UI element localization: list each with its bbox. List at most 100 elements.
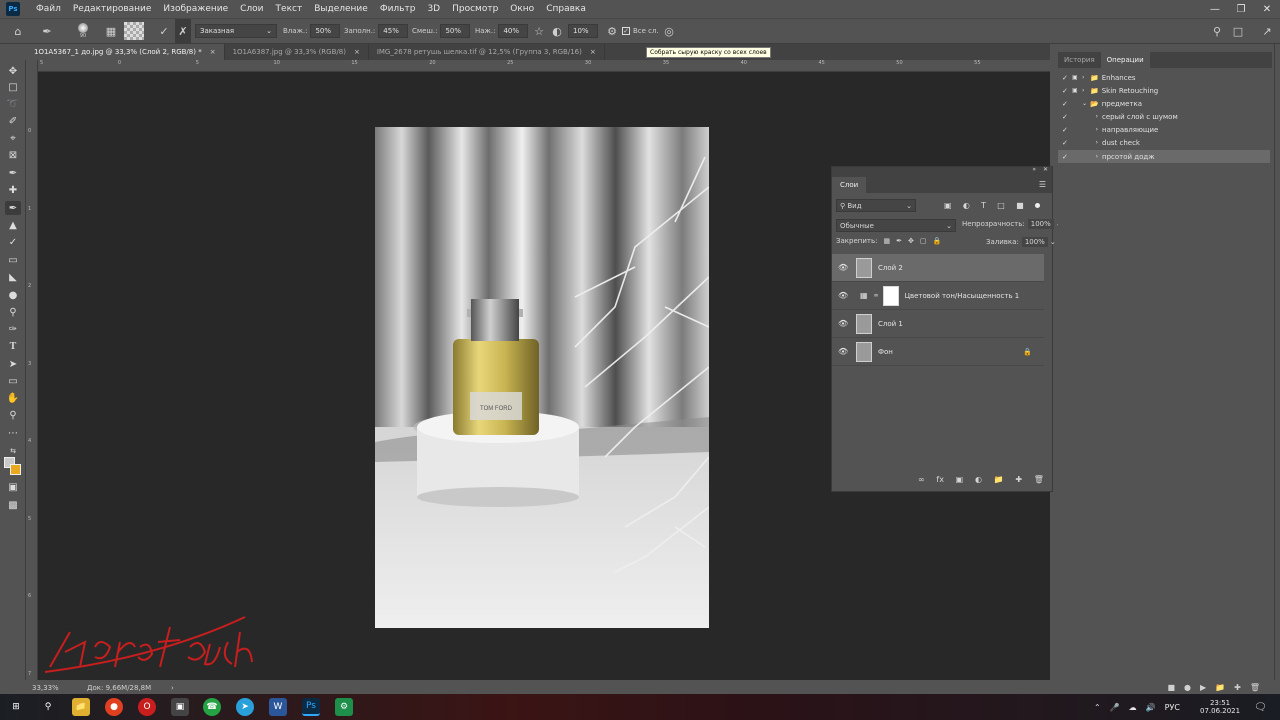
path-select-tool-icon[interactable]: ➤ <box>5 357 21 371</box>
layer-name[interactable]: Слой 1 <box>878 320 903 328</box>
more-tools-icon[interactable]: ⋯ <box>5 426 21 440</box>
fill-input[interactable]: 100% <box>1021 237 1048 247</box>
fx-icon[interactable]: fx <box>936 475 944 484</box>
current-load-swatch[interactable] <box>124 19 146 43</box>
tab-doc-1[interactable]: 1O1A5367_1 до.jpg @ 33,3% (Слой 2, RGB/8… <box>26 44 225 60</box>
layer-row[interactable]: 👁 Слой 2 <box>832 254 1044 282</box>
eraser-tool-icon[interactable]: ▭ <box>5 253 21 267</box>
dialog-toggle-icon[interactable]: ▣ <box>1072 87 1082 94</box>
checkmark-icon[interactable]: ✓ <box>1062 87 1072 95</box>
eyedropper-tool-icon[interactable]: ✒ <box>5 166 21 180</box>
new-group-icon[interactable]: 📁 <box>994 475 1004 484</box>
opacity-input[interactable]: 100% <box>1027 219 1054 229</box>
lock-artboard-icon[interactable]: ▢ <box>920 237 927 245</box>
load-input[interactable]: 45% <box>378 24 409 38</box>
pressure-icon[interactable]: ◎ <box>662 19 676 43</box>
layer-name[interactable]: Слой 2 <box>878 264 903 272</box>
chevron-right-icon[interactable]: › <box>1072 126 1102 133</box>
chevron-down-icon[interactable]: ⌄ <box>1082 100 1090 107</box>
eye-icon[interactable]: 👁 <box>838 319 848 328</box>
type-tool-icon[interactable]: T <box>5 339 21 353</box>
move-tool-icon[interactable]: ✥ <box>5 64 21 78</box>
stop-icon[interactable]: ■ <box>1167 683 1175 692</box>
store-icon[interactable]: ▣ <box>171 698 189 716</box>
search-icon[interactable]: ⚲ <box>1210 19 1224 43</box>
tab-layers[interactable]: Слои <box>832 177 867 193</box>
layer-name[interactable]: Цветовой тон/Насыщенность 1 <box>905 292 1020 300</box>
chevron-right-icon[interactable]: › <box>1072 139 1102 146</box>
blend-mode-select[interactable]: Обычные ⌄ <box>836 219 956 232</box>
tab-actions[interactable]: Операции <box>1100 52 1150 68</box>
clock[interactable]: 23:51 07.06.2021 <box>1200 694 1240 720</box>
workspace-icon[interactable]: □ <box>1230 19 1246 43</box>
marquee-tool-icon[interactable]: □ <box>5 80 21 94</box>
load-brush-icon[interactable]: ✓ <box>156 19 172 43</box>
sample-all-checkbox[interactable]: ✓ <box>622 27 630 35</box>
menu-file[interactable]: Файл <box>30 4 67 14</box>
eye-icon[interactable]: 👁 <box>838 263 848 272</box>
network-icon[interactable]: ☁ <box>1129 703 1137 712</box>
action-item[interactable]: ✓ › серый слой с шумом <box>1058 110 1270 123</box>
word-icon[interactable]: W <box>269 698 287 716</box>
type-filter-icon[interactable]: T <box>981 201 986 210</box>
microphone-icon[interactable]: 🎤 <box>1110 703 1120 712</box>
new-layer-icon[interactable]: ✚ <box>1015 475 1022 484</box>
pen-tool-icon[interactable]: ✑ <box>5 322 21 336</box>
eye-icon[interactable]: 👁 <box>838 347 848 356</box>
action-set[interactable]: ✓ ▣ › 📁 Skin Retouching <box>1058 84 1270 97</box>
record-icon[interactable]: ● <box>1184 683 1191 692</box>
panel-close-icon[interactable]: ✕ <box>1043 166 1048 173</box>
link-layers-icon[interactable]: ∞ <box>918 475 925 484</box>
status-menu-arrow[interactable]: › <box>171 684 174 692</box>
mix-input[interactable]: 50% <box>440 24 471 38</box>
telegram-icon[interactable]: ➤ <box>236 698 254 716</box>
lock-icon[interactable]: 🔒 <box>1023 348 1032 356</box>
mix-preset-select[interactable]: Заказная ⌄ <box>195 24 277 38</box>
close-icon[interactable]: ✕ <box>1254 0 1280 18</box>
tab-history[interactable]: История <box>1058 52 1101 68</box>
photoshop-taskbar-icon[interactable]: Ps <box>302 698 320 716</box>
menu-text[interactable]: Текст <box>270 4 309 14</box>
zoom-level[interactable]: 33,33% <box>32 684 87 692</box>
tab-doc-2[interactable]: 1O1A6387.jpg @ 33,3% (RGB/8) × <box>225 44 369 60</box>
screen-mode-icon[interactable]: ▩ <box>5 498 21 512</box>
checkmark-icon[interactable]: ✓ <box>1062 139 1072 147</box>
play-icon[interactable]: ▶ <box>1200 683 1206 692</box>
rectangle-tool-icon[interactable]: ▭ <box>5 374 21 388</box>
hand-tool-icon[interactable]: ✋ <box>5 391 21 405</box>
collapse-icon[interactable]: » <box>1032 166 1036 173</box>
background-color-swatch[interactable] <box>10 464 21 475</box>
smart-object-filter-icon[interactable]: ■ <box>1016 201 1024 210</box>
close-tab-icon[interactable]: × <box>354 48 360 56</box>
action-set[interactable]: ✓ ▣ › 📁 Enhances <box>1058 71 1270 84</box>
dodge-tool-icon[interactable]: ⚲ <box>5 305 21 319</box>
lock-position-icon[interactable]: ✥ <box>908 237 914 245</box>
trash-icon[interactable]: 🗑 <box>1034 475 1044 484</box>
quick-mask-icon[interactable]: ▣ <box>5 480 21 494</box>
action-item[interactable]: ✓ › направляющие <box>1058 123 1270 136</box>
new-adjustment-icon[interactable]: ◐ <box>975 475 982 484</box>
lock-image-icon[interactable]: ✒ <box>896 237 902 245</box>
lock-transparent-icon[interactable]: ▦ <box>883 237 890 245</box>
menu-select[interactable]: Выделение <box>308 4 374 14</box>
healing-brush-tool-icon[interactable]: ✚ <box>5 183 21 197</box>
checkmark-icon[interactable]: ✓ <box>1062 74 1072 82</box>
angle-input[interactable]: 10% <box>568 24 598 38</box>
blur-tool-icon[interactable]: ● <box>5 288 21 302</box>
adjustment-filter-icon[interactable]: ◐ <box>963 201 970 210</box>
search-icon[interactable]: ⚲ <box>39 698 57 716</box>
clone-stamp-tool-icon[interactable]: ▲ <box>5 218 21 232</box>
brush-settings-icon[interactable]: ▦ <box>104 19 118 43</box>
app-icon[interactable]: ⚙ <box>335 698 353 716</box>
document-image[interactable]: TOM FORD <box>375 127 709 628</box>
menu-layers[interactable]: Слои <box>234 4 269 14</box>
shape-filter-icon[interactable]: □ <box>997 201 1005 210</box>
close-tab-icon[interactable]: × <box>210 48 216 56</box>
menu-view[interactable]: Просмотр <box>446 4 504 14</box>
pixel-filter-icon[interactable]: ▣ <box>944 201 952 210</box>
action-set[interactable]: ✓ ⌄ 📂 предметка <box>1058 97 1270 110</box>
airbrush-icon[interactable]: ☆ <box>532 19 546 43</box>
layer-mask-thumbnail[interactable] <box>882 285 899 306</box>
eye-icon[interactable]: 👁 <box>838 291 848 300</box>
clean-brush-icon[interactable]: ✗ <box>175 19 191 43</box>
